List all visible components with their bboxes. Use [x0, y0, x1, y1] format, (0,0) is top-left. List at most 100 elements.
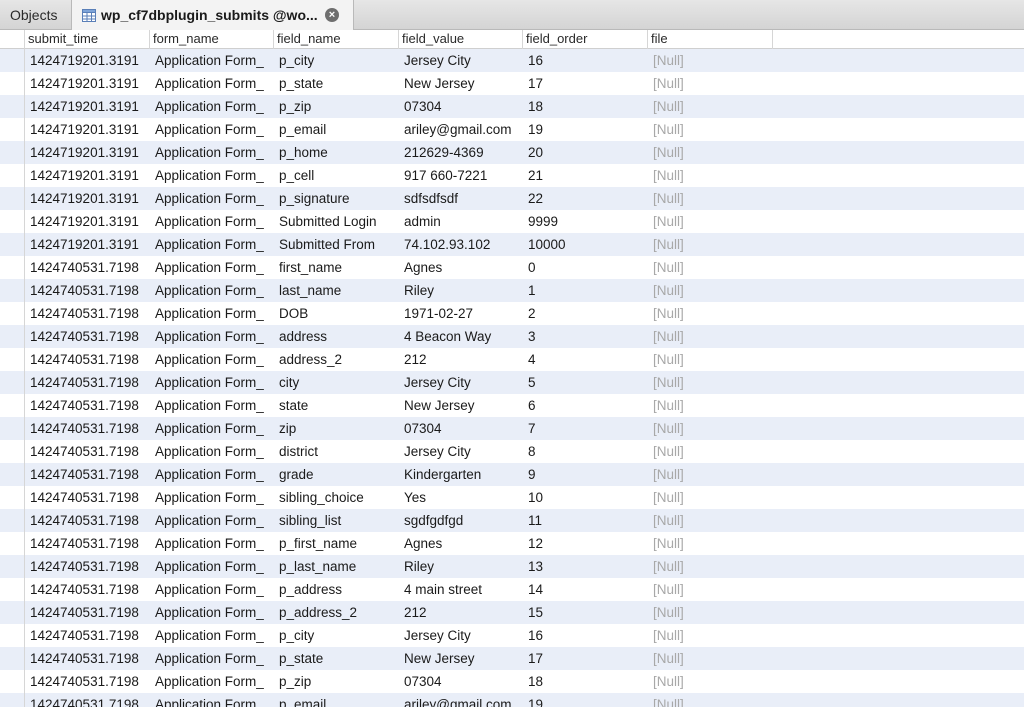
cell-field-name[interactable]: p_signature: [274, 187, 399, 210]
row-marker[interactable]: [0, 394, 25, 417]
cell-field-name[interactable]: p_email: [274, 118, 399, 141]
table-row[interactable]: 1424740531.7198 Application Form_ p_zip 073…: [0, 670, 1024, 693]
cell-field-order[interactable]: 21: [523, 164, 648, 187]
cell-submit-time[interactable]: 1424740531.7198: [25, 670, 150, 693]
cell-form-name[interactable]: Application Form_: [150, 348, 274, 371]
cell-form-name[interactable]: Application Form_: [150, 601, 274, 624]
cell-field-order[interactable]: 16: [523, 624, 648, 647]
cell-form-name[interactable]: Application Form_: [150, 555, 274, 578]
row-marker[interactable]: [0, 164, 25, 187]
cell-field-value[interactable]: 917 660-7221: [399, 164, 523, 187]
row-marker[interactable]: [0, 417, 25, 440]
cell-form-name[interactable]: Application Form_: [150, 118, 274, 141]
table-row[interactable]: 1424740531.7198 Application Form_ city Jers…: [0, 371, 1024, 394]
cell-field-name[interactable]: address: [274, 325, 399, 348]
cell-file[interactable]: [Null]: [648, 325, 773, 348]
row-marker[interactable]: [0, 578, 25, 601]
table-row[interactable]: 1424719201.3191 Application Form_ p_signat…: [0, 187, 1024, 210]
cell-field-value[interactable]: 1971-02-27: [399, 302, 523, 325]
cell-file[interactable]: [Null]: [648, 233, 773, 256]
cell-form-name[interactable]: Application Form_: [150, 394, 274, 417]
cell-file[interactable]: [Null]: [648, 578, 773, 601]
cell-file[interactable]: [Null]: [648, 509, 773, 532]
cell-submit-time[interactable]: 1424719201.3191: [25, 233, 150, 256]
cell-field-name[interactable]: first_name: [274, 256, 399, 279]
cell-submit-time[interactable]: 1424740531.7198: [25, 440, 150, 463]
cell-file[interactable]: [Null]: [648, 348, 773, 371]
cell-field-order[interactable]: 13: [523, 555, 648, 578]
cell-file[interactable]: [Null]: [648, 279, 773, 302]
row-marker[interactable]: [0, 371, 25, 394]
cell-field-value[interactable]: 212629-4369: [399, 141, 523, 164]
cell-submit-time[interactable]: 1424719201.3191: [25, 49, 150, 72]
cell-file[interactable]: [Null]: [648, 670, 773, 693]
cell-field-order[interactable]: 3: [523, 325, 648, 348]
row-marker[interactable]: [0, 532, 25, 555]
cell-field-order[interactable]: 19: [523, 693, 648, 707]
cell-submit-time[interactable]: 1424740531.7198: [25, 624, 150, 647]
row-marker[interactable]: [0, 440, 25, 463]
row-marker[interactable]: [0, 187, 25, 210]
cell-field-order[interactable]: 8: [523, 440, 648, 463]
tab-table-wp-cf7dbplugin-submits[interactable]: wp_cf7dbplugin_submits @wo... ×: [72, 0, 354, 30]
row-marker[interactable]: [0, 670, 25, 693]
cell-form-name[interactable]: Application Form_: [150, 463, 274, 486]
cell-field-name[interactable]: last_name: [274, 279, 399, 302]
cell-field-name[interactable]: p_state: [274, 72, 399, 95]
cell-field-order[interactable]: 9999: [523, 210, 648, 233]
cell-field-name[interactable]: p_home: [274, 141, 399, 164]
cell-field-name[interactable]: Submitted Login: [274, 210, 399, 233]
cell-field-name[interactable]: address_2: [274, 348, 399, 371]
cell-submit-time[interactable]: 1424719201.3191: [25, 164, 150, 187]
cell-field-value[interactable]: Jersey City: [399, 440, 523, 463]
row-marker[interactable]: [0, 233, 25, 256]
cell-field-value[interactable]: Jersey City: [399, 371, 523, 394]
cell-file[interactable]: [Null]: [648, 187, 773, 210]
cell-file[interactable]: [Null]: [648, 95, 773, 118]
cell-field-order[interactable]: 15: [523, 601, 648, 624]
cell-field-order[interactable]: 1: [523, 279, 648, 302]
cell-file[interactable]: [Null]: [648, 555, 773, 578]
cell-submit-time[interactable]: 1424740531.7198: [25, 302, 150, 325]
cell-field-value[interactable]: New Jersey: [399, 647, 523, 670]
cell-field-name[interactable]: p_email: [274, 693, 399, 707]
table-row[interactable]: 1424740531.7198 Application Form_ p_first_…: [0, 532, 1024, 555]
row-marker[interactable]: [0, 693, 25, 707]
table-row[interactable]: 1424740531.7198 Application Form_ p_state N…: [0, 647, 1024, 670]
row-marker[interactable]: [0, 463, 25, 486]
cell-field-value[interactable]: 07304: [399, 670, 523, 693]
row-marker[interactable]: [0, 348, 25, 371]
table-row[interactable]: 1424719201.3191 Application Form_ Submitte…: [0, 233, 1024, 256]
cell-file[interactable]: [Null]: [648, 601, 773, 624]
cell-file[interactable]: [Null]: [648, 371, 773, 394]
cell-form-name[interactable]: Application Form_: [150, 670, 274, 693]
cell-field-name[interactable]: p_state: [274, 647, 399, 670]
cell-field-order[interactable]: 4: [523, 348, 648, 371]
table-row[interactable]: 1424740531.7198 Application Form_ address 4…: [0, 325, 1024, 348]
cell-form-name[interactable]: Application Form_: [150, 532, 274, 555]
cell-file[interactable]: [Null]: [648, 532, 773, 555]
table-row[interactable]: 1424740531.7198 Application Form_ p_last_n…: [0, 555, 1024, 578]
close-icon[interactable]: ×: [325, 8, 339, 22]
cell-field-value[interactable]: admin: [399, 210, 523, 233]
table-row[interactable]: 1424740531.7198 Application Form_ p_city Je…: [0, 624, 1024, 647]
cell-form-name[interactable]: Application Form_: [150, 210, 274, 233]
table-row[interactable]: 1424719201.3191 Application Form_ Submitte…: [0, 210, 1024, 233]
cell-field-value[interactable]: Riley: [399, 279, 523, 302]
column-header-field-order[interactable]: field_order: [523, 30, 648, 49]
table-row[interactable]: 1424740531.7198 Application Form_ DOB 1971-…: [0, 302, 1024, 325]
cell-field-order[interactable]: 10: [523, 486, 648, 509]
cell-form-name[interactable]: Application Form_: [150, 624, 274, 647]
cell-field-order[interactable]: 5: [523, 371, 648, 394]
cell-field-name[interactable]: p_first_name: [274, 532, 399, 555]
row-marker[interactable]: [0, 95, 25, 118]
cell-field-name[interactable]: p_city: [274, 49, 399, 72]
cell-form-name[interactable]: Application Form_: [150, 647, 274, 670]
cell-form-name[interactable]: Application Form_: [150, 302, 274, 325]
column-header-form-name[interactable]: form_name: [150, 30, 274, 49]
cell-field-value[interactable]: Yes: [399, 486, 523, 509]
table-row[interactable]: 1424740531.7198 Application Form_ address_…: [0, 348, 1024, 371]
cell-form-name[interactable]: Application Form_: [150, 141, 274, 164]
cell-file[interactable]: [Null]: [648, 49, 773, 72]
cell-submit-time[interactable]: 1424740531.7198: [25, 463, 150, 486]
